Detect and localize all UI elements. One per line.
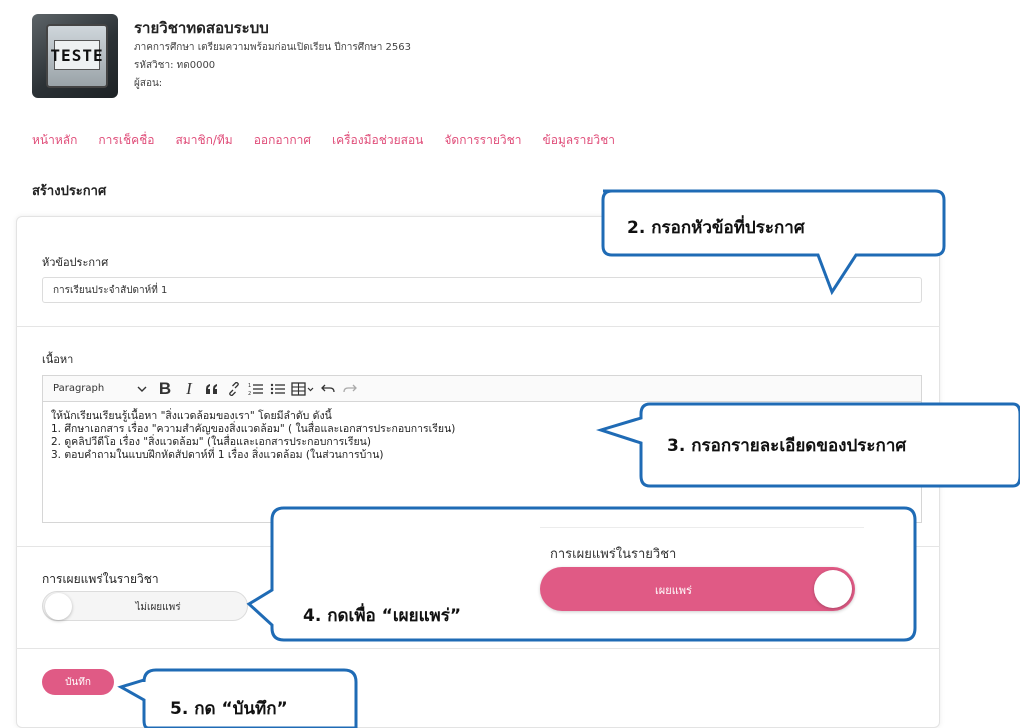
callout-step5-text: 5. กด “บันทึก”	[170, 699, 288, 719]
callout-step3-text: 3. กรอกรายละเอียดของประกาศ	[667, 436, 907, 456]
inset-publish-toggle-on: เผยแพร่	[540, 567, 855, 611]
callout-layer	[117, 189, 1020, 728]
inset-divider	[540, 527, 864, 528]
inset-toggle-text: เผยแพร่	[655, 584, 692, 597]
callout-step4-text: 4. กดเพื่อ “เผยแพร่”	[303, 606, 462, 626]
callout-step2-balloon	[601, 189, 946, 296]
callout-step2-text: 2. กรอกหัวข้อที่ประกาศ	[627, 218, 805, 238]
inset-publish-label: การเผยแพร่ในรายวิชา	[550, 547, 677, 562]
toggle-knob	[814, 570, 852, 608]
